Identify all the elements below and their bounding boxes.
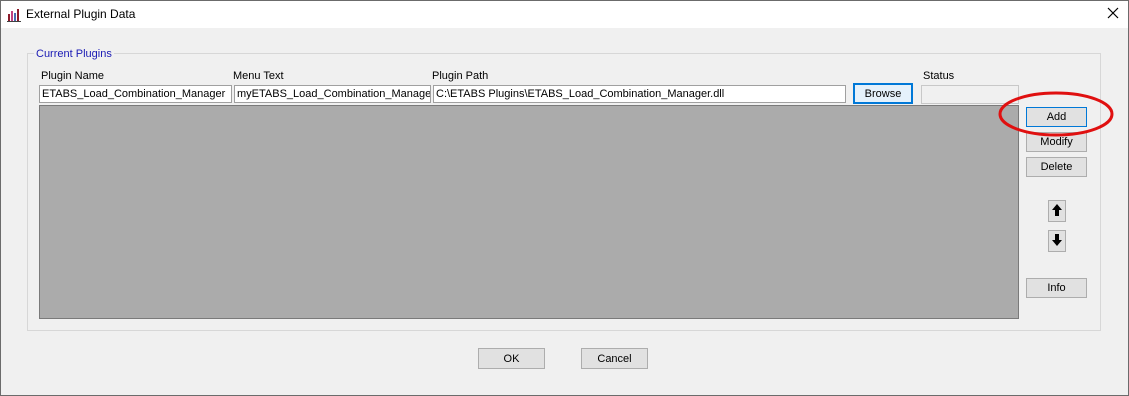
move-down-button[interactable] <box>1048 230 1066 252</box>
delete-button[interactable]: Delete <box>1026 157 1087 177</box>
plugin-name-input[interactable]: ETABS_Load_Combination_Manager <box>39 85 232 103</box>
close-icon <box>1107 7 1119 22</box>
browse-button[interactable]: Browse <box>853 83 913 104</box>
app-chart-icon <box>7 8 21 22</box>
status-field <box>921 85 1019 104</box>
status-header: Status <box>923 70 955 82</box>
current-plugins-legend: Current Plugins <box>34 48 114 60</box>
plugin-path-header: Plugin Path <box>432 70 489 82</box>
info-button[interactable]: Info <box>1026 278 1087 298</box>
arrow-down-icon <box>1052 233 1062 249</box>
plugin-path-input[interactable]: C:\ETABS Plugins\ETABS_Load_Combination_… <box>433 85 846 103</box>
window-title: External Plugin Data <box>26 7 136 21</box>
close-button[interactable] <box>1098 1 1128 28</box>
add-button[interactable]: Add <box>1026 107 1087 127</box>
plugins-grid[interactable] <box>39 105 1019 319</box>
external-plugin-data-dialog: External Plugin Data Current Plugins Plu… <box>0 0 1129 396</box>
plugin-name-header: Plugin Name <box>41 70 104 82</box>
arrow-up-icon <box>1052 203 1062 219</box>
menu-text-input[interactable]: myETABS_Load_Combination_Manager <box>234 85 431 103</box>
cancel-button[interactable]: Cancel <box>581 348 648 369</box>
title-bar: External Plugin Data <box>1 1 1128 28</box>
modify-button[interactable]: Modify <box>1026 132 1087 152</box>
menu-text-header: Menu Text <box>233 70 284 82</box>
move-up-button[interactable] <box>1048 200 1066 222</box>
ok-button[interactable]: OK <box>478 348 545 369</box>
